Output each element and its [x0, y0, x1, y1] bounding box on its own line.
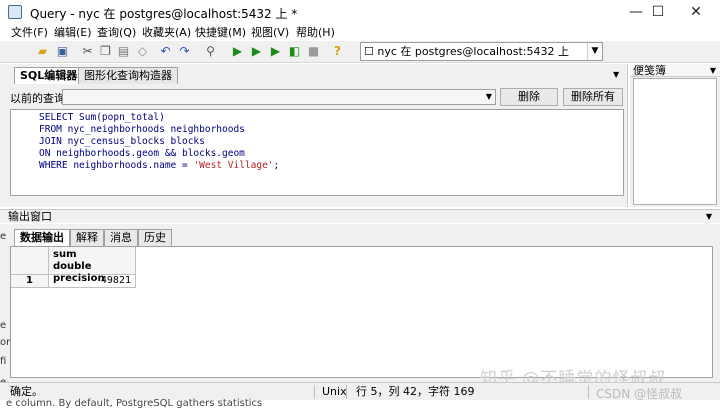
results-grid: sum double precision 1 49821 [10, 246, 713, 378]
redo-icon[interactable]: ↷ [177, 44, 192, 59]
open-folder-icon[interactable]: ▰ [35, 44, 50, 59]
background-document-text: e column. By default, PostgreSQL gathers… [6, 398, 263, 409]
execute-icon[interactable]: ▶ [230, 44, 245, 59]
panel-menu-icon[interactable]: ▼ [613, 70, 619, 79]
scratch-pad-textarea[interactable] [633, 78, 717, 205]
find-icon[interactable]: ⚲ [203, 44, 218, 59]
undo-icon[interactable]: ↶ [158, 44, 173, 59]
toolbar: ▰ ▣ ✂ ❐ ▤ ◇ ↶ ↷ ⚲ ▶ ▶ ▶ ◧ ■ ? ☐ nyc 在 po… [0, 41, 720, 63]
output-pane-header: 输出窗口 ▼ [0, 209, 720, 223]
connection-select[interactable]: ☐ nyc 在 postgres@localhost:5432 上 ▼ [360, 42, 603, 61]
stop-icon[interactable]: ■ [306, 44, 321, 59]
explain-icon[interactable]: ◧ [287, 44, 302, 59]
menu-file[interactable]: 文件(F) [11, 25, 48, 41]
panel-menu-icon[interactable]: ▼ [710, 64, 716, 77]
execute-pgscript-icon[interactable]: ▶ [249, 44, 264, 59]
editor-tabs: SQL编辑器 图形化查询构造器 ▼ [0, 64, 628, 84]
menu-view[interactable]: 视图(V) [251, 25, 289, 41]
status-divider [346, 385, 347, 399]
sql-line: JOIN nyc_census_blocks blocks [39, 136, 205, 147]
sql-line: SELECT Sum(popn_total) [39, 112, 165, 123]
cut-icon[interactable]: ✂ [80, 44, 95, 59]
tab-sql-editor[interactable]: SQL编辑器 [14, 67, 84, 84]
delete-all-button[interactable]: 删除所有 [563, 88, 623, 106]
title-bar: Query - nyc 在 postgres@localhost:5432 上 … [0, 0, 720, 25]
background-text-fragment: e [0, 320, 7, 331]
output-pane: 数据输出 解释 消息 历史 sum double precision 1 498… [0, 224, 720, 382]
status-encoding: Unix [322, 385, 347, 398]
output-pane-title: 输出窗口 [8, 210, 52, 223]
sql-string-literal: 'West Village' [193, 160, 274, 171]
row-header[interactable]: 1 [11, 275, 49, 288]
menu-edit[interactable]: 编辑(E) [54, 25, 92, 41]
tab-messages[interactable]: 消息 [104, 229, 138, 246]
sql-line: ON neighborhoods.geom && blocks.geom [39, 148, 245, 159]
previous-queries-select[interactable]: ▼ [62, 89, 496, 105]
clear-icon[interactable]: ◇ [135, 44, 150, 59]
connection-label: ☐ nyc 在 postgres@localhost:5432 上 [364, 45, 569, 58]
menu-query[interactable]: 查询(Q) [97, 25, 136, 41]
menu-help[interactable]: 帮助(H) [296, 25, 335, 41]
window-title: Query - nyc 在 postgres@localhost:5432 上 … [30, 7, 298, 21]
editor-horizontal-scrollbar[interactable] [10, 196, 624, 205]
menu-favorites[interactable]: 收藏夹(A) [142, 25, 191, 41]
status-cursor-position: 行 5，列 42，字符 169 [356, 385, 475, 398]
editor-panel: SQL编辑器 图形化查询构造器 ▼ 以前的查询 ▼ 删除 删除所有 SELECT… [0, 64, 628, 207]
status-divider [588, 385, 589, 399]
sql-line: FROM nyc_neighborhoods neighborhoods [39, 124, 245, 135]
save-icon[interactable]: ▣ [55, 44, 70, 59]
background-text-fragment: e [0, 231, 7, 242]
menu-bar: 文件(F) 编辑(E) 查询(Q) 收藏夹(A) 快捷键(M) 视图(V) 帮助… [0, 25, 720, 41]
execute-to-file-icon[interactable]: ▶ [268, 44, 283, 59]
tab-graphical-query-builder[interactable]: 图形化查询构造器 [78, 67, 178, 84]
scratch-pad-panel: 便笺簿 ▼ [630, 64, 720, 207]
sql-editor[interactable]: SELECT Sum(popn_total) FROM nyc_neighborh… [10, 109, 624, 196]
close-button[interactable]: ✕ [676, 0, 716, 25]
scratch-pad-title-text: 便笺簿 [633, 64, 666, 77]
previous-queries-label: 以前的查询 [10, 92, 65, 105]
tab-history[interactable]: 历史 [138, 229, 172, 246]
sql-line: WHERE neighborhoods.name = 'West Village… [39, 160, 279, 172]
background-text-fragment: or [0, 338, 10, 348]
app-icon [8, 5, 22, 19]
menu-macros[interactable]: 快捷键(M) [195, 25, 246, 41]
chevron-down-icon[interactable]: ▼ [483, 90, 495, 104]
tab-explain[interactable]: 解释 [70, 229, 104, 246]
column-name: sum [53, 249, 77, 260]
grid-corner[interactable] [11, 247, 49, 275]
delete-button[interactable]: 删除 [500, 88, 558, 106]
column-header-sum[interactable]: sum double precision [49, 247, 136, 284]
paste-icon[interactable]: ▤ [116, 44, 131, 59]
table-cell[interactable]: 49821 [49, 275, 136, 288]
output-tabs: 数据输出 解释 消息 历史 [0, 229, 720, 246]
scratch-pad-title: 便笺簿 ▼ [630, 64, 720, 77]
background-text-fragment: fi [0, 356, 7, 367]
sql-text: SELECT Sum(popn_total) FROM nyc_neighborh… [39, 112, 279, 172]
tab-data-output[interactable]: 数据输出 [14, 229, 70, 246]
sql-terminator: ; [273, 160, 280, 171]
panel-menu-icon[interactable]: ▼ [706, 210, 712, 223]
chevron-down-icon[interactable]: ▼ [587, 43, 602, 60]
copy-icon[interactable]: ❐ [98, 44, 113, 59]
status-divider [314, 385, 315, 399]
maximize-button[interactable]: ☐ [638, 0, 678, 25]
help-icon[interactable]: ? [330, 44, 345, 59]
sql-line-text: WHERE neighborhoods.name = [39, 160, 194, 171]
